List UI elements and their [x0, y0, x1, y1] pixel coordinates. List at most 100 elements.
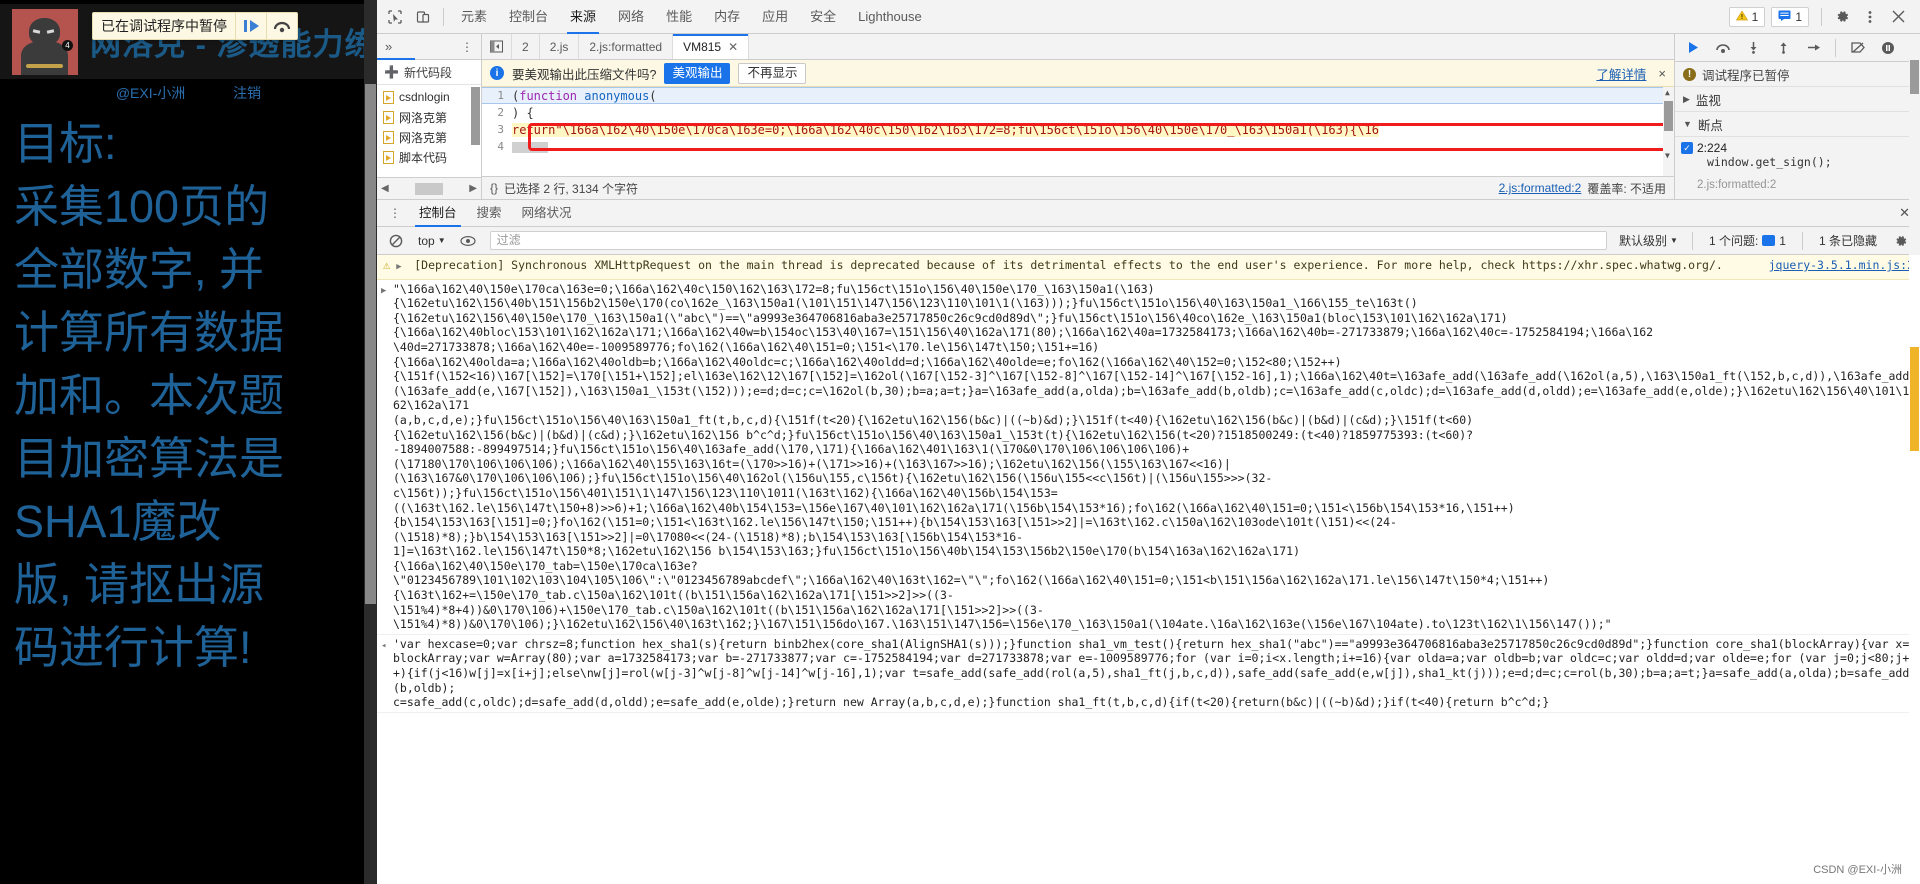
expand-arrow-icon[interactable]: ▶ [396, 258, 408, 275]
navigator-hscroll-thumb[interactable] [415, 182, 443, 195]
editor-scrollbar[interactable]: ▲ ▼ [1663, 87, 1674, 176]
chevron-double-right-icon[interactable]: » [377, 39, 400, 54]
scroll-up-icon[interactable]: ▲ [1665, 88, 1670, 97]
step-out-icon[interactable] [1769, 35, 1797, 61]
editor-tab-2js[interactable]: 2.js [540, 34, 580, 59]
exclamation-icon: ! [1683, 67, 1696, 81]
message-badge[interactable]: 1 [1771, 6, 1809, 27]
console-context-selector[interactable]: top ▼ [414, 234, 450, 248]
editor-tab-vm815[interactable]: VM815 ✕ [673, 34, 750, 59]
warning-triangle-icon: ⚠ [383, 258, 391, 272]
console-messages[interactable]: ⚠ ▶ [Deprecation] Synchronous XMLHttpReq… [377, 255, 1920, 884]
console-filter-input[interactable]: 过滤 [489, 231, 1608, 250]
code-text-highlighted: return"\166a\162\40\150e\170ca\163e=0;\1… [512, 122, 1379, 137]
console-issues-badge[interactable]: 1 个问题: 1 [1703, 232, 1792, 249]
drawer-tab-console[interactable]: 控制台 [409, 200, 467, 227]
step-into-icon[interactable] [1739, 35, 1767, 61]
navigator-more-icon[interactable]: ⋮ [453, 40, 481, 54]
code-text: (function anonymous( [512, 88, 657, 103]
file-name: csdnlogin [399, 90, 450, 104]
tab-lighthouse[interactable]: Lighthouse [847, 0, 933, 34]
list-item[interactable]: 网洛克第 [377, 107, 481, 127]
log-text: "\166a\162\40\150e\170ca\163e=0;\166a\16… [393, 281, 1910, 632]
resume-icon[interactable] [235, 12, 266, 40]
logout-link[interactable]: 注销 [233, 85, 261, 101]
message-icon [1778, 10, 1791, 24]
new-snippet-label: 新代码段 [403, 65, 452, 80]
device-toolbar-icon[interactable] [409, 4, 437, 30]
drawer-tab-search[interactable]: 搜索 [467, 200, 512, 227]
selection-status: 已选择 2 行, 3134 个字符 [504, 181, 639, 196]
breakpoint-item[interactable]: ✓ 2:224 window.get_sign(); [1675, 137, 1920, 173]
warning-badge[interactable]: 1 [1728, 6, 1766, 27]
step-over-icon[interactable] [1709, 35, 1737, 61]
breakpoints-section-header[interactable]: ▼ 断点 [1675, 112, 1920, 137]
resume-icon[interactable] [1679, 35, 1707, 61]
close-icon[interactable] [1884, 4, 1912, 30]
page-scrollbar[interactable] [364, 0, 377, 884]
kebab-menu-icon[interactable] [1856, 4, 1884, 30]
pretty-print-button[interactable]: 美观输出 [664, 62, 731, 84]
goal-line: 计算所有数据 [14, 307, 285, 358]
code-text: ) { [512, 105, 534, 120]
editor-tab-2js-formatted[interactable]: 2.js:formatted [579, 34, 674, 59]
editor-tab-2[interactable]: 2 [512, 34, 540, 59]
paused-title: 调试程序已暂停 [1702, 68, 1790, 83]
list-item[interactable]: 网洛克第 [377, 127, 481, 147]
dont-show-again-button[interactable]: 不再显示 [738, 62, 807, 84]
navigator-scrollbar-thumb[interactable] [471, 87, 480, 145]
devtools: 元素 控制台 来源 网络 性能 内存 应用 安全 Lighthouse 1 1 … [377, 0, 1920, 884]
debugger-scrollbar-thumb[interactable] [1910, 60, 1919, 94]
scroll-right-icon[interactable]: ▶ [469, 183, 477, 194]
expand-arrow-icon[interactable]: ▶ [381, 282, 393, 632]
step-over-icon[interactable] [266, 12, 297, 40]
toolbar-right-icons: 1 1 [1728, 4, 1920, 30]
clear-console-icon[interactable] [382, 228, 410, 254]
scroll-down-icon[interactable]: ▼ [1665, 151, 1670, 160]
scroll-left-icon[interactable]: ◀ [381, 183, 389, 194]
infobar-close-icon[interactable]: × [1654, 66, 1666, 81]
source-link[interactable]: 2.js:formatted:2 [1499, 181, 1582, 195]
context-label: top [418, 233, 435, 248]
tab-application[interactable]: 应用 [751, 0, 799, 34]
breakpoint-item-partial[interactable]: 2.js:formatted:2 [1675, 173, 1920, 195]
collapse-arrow-icon[interactable]: ◂ [381, 637, 393, 710]
breakpoint-checkbox[interactable]: ✓ [1681, 142, 1693, 154]
file-name: 网洛克第 [399, 130, 448, 145]
warning-text: [Deprecation] Synchronous XMLHttpRequest… [414, 258, 1723, 272]
tab-security[interactable]: 安全 [799, 0, 847, 34]
watch-section-header[interactable]: ▶ 监视 [1675, 87, 1920, 112]
tab-network[interactable]: 网络 [607, 0, 655, 34]
close-icon[interactable]: ✕ [728, 40, 738, 54]
list-item[interactable]: 脚本代码 [377, 147, 481, 167]
pause-on-exceptions-icon[interactable] [1874, 35, 1902, 61]
live-expression-icon[interactable] [454, 228, 482, 254]
tab-elements[interactable]: 元素 [450, 0, 498, 34]
drawer-tab-network-conditions[interactable]: 网络状况 [512, 200, 582, 227]
page-scrollbar-thumb[interactable] [365, 84, 376, 604]
debugger-paused-status: ! 调试程序已暂停 [1675, 62, 1920, 87]
inspect-element-icon[interactable] [381, 4, 409, 30]
deactivate-breakpoints-icon[interactable] [1844, 35, 1872, 61]
format-braces-icon[interactable]: {} [490, 181, 498, 195]
drawer-more-icon[interactable]: ⋮ [381, 206, 409, 220]
editor-scrollbar-thumb[interactable] [1664, 101, 1673, 131]
tab-performance[interactable]: 性能 [655, 0, 703, 34]
info-icon: i [490, 66, 504, 80]
goal-line: 码进行计算! [14, 622, 252, 673]
warning-source-link[interactable]: jquery-3.5.1.min.js:2 [1769, 258, 1914, 275]
console-level-selector[interactable]: 默认级别 ▼ [1615, 232, 1682, 249]
toolbar-divider [443, 7, 444, 26]
new-snippet-button[interactable]: ➕ 新代码段 [377, 60, 481, 85]
learn-more-link[interactable]: 了解详情 [1596, 64, 1646, 83]
console-scrollbar-thumb[interactable] [1910, 347, 1919, 451]
console-scrollbar[interactable] [1909, 255, 1920, 884]
show-navigator-icon[interactable] [482, 34, 512, 59]
gear-icon[interactable] [1828, 4, 1856, 30]
step-icon[interactable] [1799, 35, 1827, 61]
tab-console[interactable]: 控制台 [498, 0, 559, 34]
list-item[interactable]: csdnlogin [377, 87, 481, 107]
tab-memory[interactable]: 内存 [703, 0, 751, 34]
code-editor-area[interactable]: 1 (function anonymous( 2 ) { 3 return"\1… [482, 87, 1674, 176]
tab-sources[interactable]: 来源 [559, 0, 607, 34]
